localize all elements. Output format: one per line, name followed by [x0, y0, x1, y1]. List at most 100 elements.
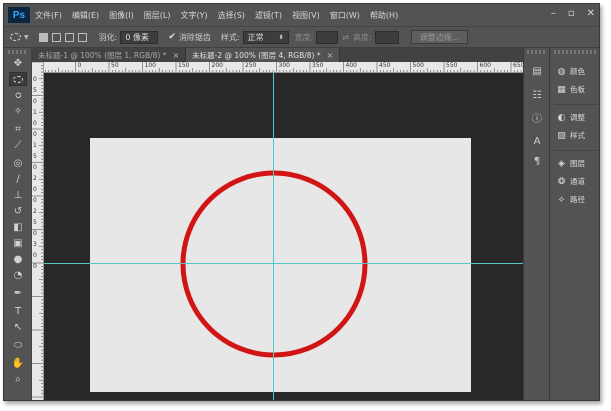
close-button[interactable]: ✕ — [587, 8, 595, 19]
eyedropper-tool-icon[interactable]: ⟋ — [9, 138, 27, 152]
type-tool-icon[interactable]: T — [9, 304, 27, 318]
elliptical-marquee-icon — [10, 33, 21, 41]
ruler-label: 5 — [33, 219, 37, 226]
tab-document-1[interactable]: 未标题-1 @ 100% (图层 1, RGB/8) * × — [32, 48, 187, 62]
magic-wand-tool-icon[interactable]: ✧ — [9, 104, 27, 118]
horizontal-guide[interactable] — [44, 263, 523, 264]
menu-view[interactable]: 视图(V) — [287, 10, 325, 21]
panel-divider — [554, 104, 598, 105]
menu-image[interactable]: 图像(I) — [104, 10, 139, 21]
lasso-tool-icon[interactable]: ഠ — [9, 88, 27, 102]
horizontal-ruler[interactable]: 0 50 100 150 200 250 300 350 400 450 500 550 600 650 — [44, 62, 523, 73]
panel-paths[interactable]: ⟡ 路径 — [556, 194, 585, 205]
panel-swatches[interactable]: ▦ 色板 — [556, 84, 585, 95]
layers-icon: ◈ — [558, 158, 565, 169]
panel-label: 样式 — [570, 131, 585, 140]
canvas-workspace[interactable] — [44, 73, 523, 400]
ruler-label: 350 — [312, 62, 324, 69]
healing-brush-tool-icon[interactable]: ◎ — [9, 156, 27, 170]
ruler-label: 250 — [245, 62, 257, 69]
panel-adjustments[interactable]: ◐ 调整 — [556, 112, 585, 123]
minimize-button[interactable]: – — [551, 8, 556, 19]
channels-icon: ❂ — [557, 176, 566, 187]
tab-label: 未标题-2 @ 100% (图层 4, RGB/8) * — [192, 50, 321, 60]
feather-input[interactable]: 0 像素 — [120, 30, 159, 44]
path-selection-tool-icon[interactable]: ↖ — [9, 320, 27, 334]
ruler-label: 100 — [144, 62, 156, 69]
panel-styles[interactable]: ▨ 样式 — [556, 130, 585, 141]
refine-edge-button[interactable]: 调整边缘... — [410, 30, 469, 44]
info-panel-icon[interactable]: ⓘ — [530, 110, 544, 125]
red-circle-shape[interactable] — [180, 170, 368, 358]
width-control: 宽度: — [295, 30, 339, 44]
paragraph-panel-icon[interactable]: ¶ — [530, 154, 544, 168]
intersect-selection-icon[interactable] — [77, 32, 87, 42]
grid-icon: ▦ — [557, 84, 566, 95]
palette-icon: ◍ — [557, 66, 566, 77]
ruler-label: 3 — [33, 241, 37, 248]
menu-type[interactable]: 文字(Y) — [175, 10, 212, 21]
history-panel-icon[interactable]: ▤ — [530, 64, 544, 78]
pen-tool-icon[interactable]: ✒ — [9, 286, 27, 300]
ruler-label: 2 — [33, 175, 37, 182]
hand-tool-icon[interactable]: ✋ — [9, 356, 27, 370]
ruler-label: 0 — [33, 131, 37, 138]
menu-filter[interactable]: 滤镜(T) — [250, 10, 287, 21]
tools-panel: ✥ ഠ ✧ ⌗ ⟋ ◎ ∕ ⊥ ↺ ◧ ▣ ● ◔ ✒ T ↖ ⬭ ✋ ⌕ — [4, 48, 32, 400]
brush-tool-icon[interactable]: ∕ — [9, 172, 27, 186]
width-input[interactable] — [316, 30, 339, 44]
history-brush-tool-icon[interactable]: ↺ — [9, 204, 27, 218]
swap-icon[interactable]: ⇄ — [342, 33, 349, 42]
subtract-selection-icon[interactable] — [64, 32, 74, 42]
gradient-tool-icon[interactable]: ▣ — [9, 236, 27, 250]
character-panel-icon[interactable]: A — [530, 134, 544, 148]
dodge-tool-icon[interactable]: ◔ — [9, 268, 27, 282]
vertical-guide[interactable] — [273, 73, 274, 400]
document-canvas[interactable] — [90, 138, 471, 392]
style-select[interactable]: 正常 ⬍ — [242, 30, 289, 44]
ruler-label: 5 — [33, 153, 37, 160]
new-selection-icon[interactable] — [38, 32, 48, 42]
menu-select[interactable]: 选择(S) — [213, 10, 250, 21]
crop-tool-icon[interactable]: ⌗ — [9, 122, 27, 136]
add-to-selection-icon[interactable] — [51, 32, 61, 42]
height-input[interactable] — [374, 30, 399, 44]
menu-window[interactable]: 窗口(W) — [325, 10, 365, 21]
zoom-tool-icon[interactable]: ⌕ — [9, 372, 27, 386]
ellipse-shape-tool-icon[interactable]: ⬭ — [9, 338, 27, 352]
eraser-tool-icon[interactable]: ◧ — [9, 220, 27, 234]
properties-panel-icon[interactable]: ☷ — [530, 88, 544, 102]
close-icon[interactable]: × — [327, 51, 334, 60]
menu-layer[interactable]: 图层(L) — [139, 10, 176, 21]
menu-file[interactable]: 文件(F) — [30, 10, 67, 21]
ruler-label: 1 — [33, 142, 37, 149]
menu-edit[interactable]: 编辑(E) — [67, 10, 104, 21]
clone-stamp-tool-icon[interactable]: ⊥ — [9, 188, 27, 202]
panel-grip[interactable] — [8, 50, 28, 54]
checkbox-checked-icon[interactable]: ✔ — [168, 32, 176, 42]
style-label: 样式: — [220, 32, 240, 42]
vertical-ruler[interactable]: 0 5 0 1 0 0 1 5 0 2 0 0 2 5 0 3 0 0 — [32, 62, 44, 400]
panel-layers[interactable]: ◈ 图层 — [556, 158, 585, 169]
tab-document-2[interactable]: 未标题-2 @ 100% (图层 4, RGB/8) * × — [186, 48, 341, 62]
panel-label: 调整 — [570, 113, 585, 122]
menu-help[interactable]: 帮助(H) — [365, 10, 403, 21]
panel-label: 颜色 — [570, 67, 585, 76]
options-bar: ▼ 羽化: 0 像素 ✔ 消除锯齿 样式: 正常 ⬍ 宽度: ⇄ 高度: 调整边… — [4, 26, 599, 48]
tool-preset-picker[interactable]: ▼ — [10, 33, 29, 41]
menu-bar: Ps 文件(F) 编辑(E) 图像(I) 图层(L) 文字(Y) 选择(S) 滤… — [4, 4, 599, 26]
panel-label: 通道 — [570, 177, 585, 186]
restore-button[interactable]: ▫ — [568, 8, 575, 19]
panel-channels[interactable]: ❂ 通道 — [556, 176, 585, 187]
ruler-label: 450 — [379, 62, 391, 69]
move-tool-icon[interactable]: ✥ — [9, 56, 27, 70]
panel-grip[interactable] — [527, 50, 547, 54]
ruler-label: 0 — [33, 164, 37, 171]
panel-divider — [554, 150, 598, 151]
close-icon[interactable]: × — [172, 51, 179, 60]
panel-color[interactable]: ◍ 颜色 — [556, 66, 585, 77]
panel-grip[interactable] — [554, 50, 596, 54]
elliptical-marquee-tool-icon[interactable] — [9, 72, 27, 86]
window-controls: – ▫ ✕ — [551, 8, 595, 19]
blur-tool-icon[interactable]: ● — [9, 252, 27, 266]
